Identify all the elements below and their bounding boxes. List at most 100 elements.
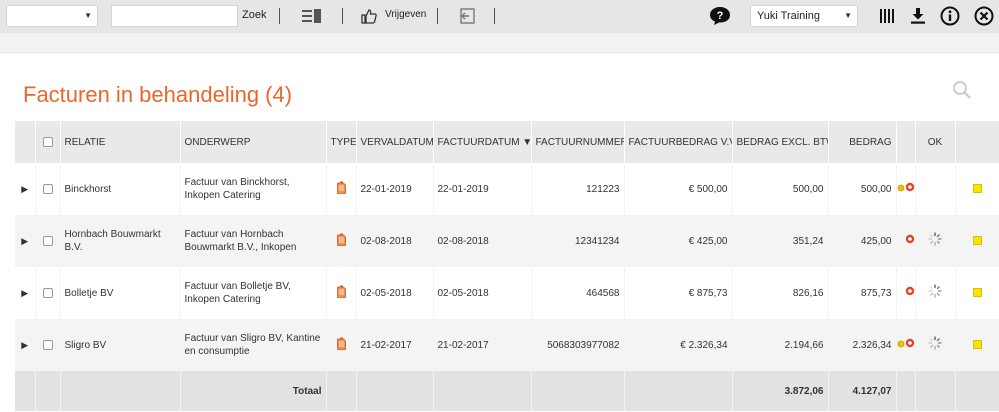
help-icon[interactable]: ?: [709, 7, 731, 25]
toolbar: ▼ Zoek Vrijgeven ? Yuki Training ▼: [0, 0, 999, 33]
rejected-status-icon[interactable]: [905, 182, 915, 196]
header-status: [896, 121, 916, 163]
cell-excl-btw: 351,24: [732, 215, 829, 267]
row-checkbox[interactable]: [42, 235, 53, 246]
flag-marker[interactable]: [972, 184, 982, 194]
select-all-header: [35, 121, 61, 163]
document-icon[interactable]: [336, 233, 346, 250]
domain-select[interactable]: Yuki Training ▼: [750, 5, 858, 27]
cell-factuurnummer: 12341234: [531, 215, 625, 267]
cell-excl-btw: 826,16: [732, 267, 829, 319]
table-row[interactable]: ▶ Binckhorst Factuur van Binckhorst, Ink…: [15, 163, 999, 215]
cell-vervaldatum: 21-02-2017: [356, 319, 434, 371]
download-icon[interactable]: [910, 7, 926, 25]
expand-arrow-icon[interactable]: ▶: [21, 236, 28, 246]
flag-marker[interactable]: [972, 288, 982, 298]
cell-factuurnummer: 464568: [531, 267, 625, 319]
table-row[interactable]: ▶ Bolletje BV Factuur van Bolletje BV, I…: [15, 267, 999, 319]
header-factuurdatum[interactable]: FACTUURDATUM ▼: [433, 121, 532, 163]
cell-relatie: Hornbach Bouwmarkt B.V.: [60, 215, 181, 267]
close-icon[interactable]: [973, 6, 995, 26]
rejected-status-icon[interactable]: [905, 234, 915, 248]
cell-factuurdatum: 02-05-2018: [433, 267, 532, 319]
table-header-row: RELATIE ONDERWERP TYPE VERVALDATUM FACTU…: [15, 121, 999, 163]
cell-factuurdatum: 02-08-2018: [433, 215, 532, 267]
loading-spinner-icon: [928, 232, 942, 249]
loading-spinner-icon: [928, 336, 942, 353]
cell-vervaldatum: 02-08-2018: [356, 215, 434, 267]
cell-excl-btw: 500,00: [732, 163, 829, 215]
info-icon[interactable]: [939, 6, 961, 26]
toolbar-divider: [342, 8, 343, 24]
header-bedrag[interactable]: BEDRAG: [828, 121, 897, 163]
table-row[interactable]: ▶ Sligro BV Factuur van Sligro BV, Kanti…: [15, 319, 999, 371]
search-button[interactable]: Zoek: [242, 9, 266, 21]
warning-dot-icon: [897, 183, 905, 196]
cell-onderwerp: Factuur van Bolletje BV, Inkopen Caterin…: [180, 267, 327, 319]
cell-factuurdatum: 22-01-2019: [433, 163, 532, 215]
header-onderwerp[interactable]: ONDERWERP: [180, 121, 327, 163]
row-checkbox[interactable]: [42, 287, 53, 298]
cell-vervaldatum: 02-05-2018: [356, 267, 434, 319]
toolbar-divider: [494, 8, 495, 24]
thumbs-up-icon[interactable]: [360, 7, 378, 25]
cell-onderwerp: Factuur van Hornbach Bouwmarkt B.V., Ink…: [180, 215, 327, 267]
loading-spinner-icon: [928, 284, 942, 301]
header-excl-btw[interactable]: BEDRAG EXCL. BTW: [732, 121, 829, 163]
approve-button[interactable]: Vrijgeven: [385, 9, 426, 20]
cell-onderwerp: Factuur van Sligro BV, Kantine en consum…: [180, 319, 327, 371]
cell-factuurdatum: 21-02-2017: [433, 319, 532, 371]
rejected-status-icon[interactable]: [905, 338, 915, 352]
cell-onderwerp: Factuur van Binckhorst, Inkopen Catering: [180, 163, 327, 215]
cell-factuurbedrag: € 500,00: [624, 163, 733, 215]
select-all-checkbox[interactable]: [42, 136, 53, 147]
total-bedrag: 4.127,07: [828, 371, 897, 411]
header-flag: [955, 121, 999, 163]
expand-arrow-icon[interactable]: ▶: [21, 184, 28, 194]
warning-dot-icon: [897, 339, 905, 352]
cell-excl-btw: 2.194,66: [732, 319, 829, 371]
table-row[interactable]: ▶ Hornbach Bouwmarkt B.V. Factuur van Ho…: [15, 215, 999, 267]
domain-select-value: Yuki Training: [757, 10, 820, 22]
chevron-down-icon: ▼: [844, 11, 852, 20]
header-vervaldatum[interactable]: VERVALDATUM: [356, 121, 434, 163]
cell-bedrag: 2.326,34: [828, 319, 897, 371]
expand-arrow-icon[interactable]: ▶: [21, 288, 28, 298]
rejected-status-icon[interactable]: [905, 286, 915, 300]
ok-cell: [915, 163, 956, 215]
cell-factuurnummer: 5068303977082: [531, 319, 625, 371]
header-factuurnummer[interactable]: FACTUURNUMMER: [531, 121, 625, 163]
cell-factuurnummer: 121223: [531, 163, 625, 215]
flag-marker[interactable]: [972, 236, 982, 246]
chevron-down-icon: ▼: [84, 11, 92, 20]
expand-arrow-icon[interactable]: ▶: [21, 340, 28, 350]
header-type[interactable]: TYPE: [326, 121, 357, 163]
header-relatie[interactable]: RELATIE: [60, 121, 181, 163]
columns-icon[interactable]: [879, 7, 895, 25]
cell-relatie: Bolletje BV: [60, 267, 181, 319]
sub-toolbar: [0, 33, 999, 53]
row-checkbox[interactable]: [42, 183, 53, 194]
cell-factuurbedrag: € 875,73: [624, 267, 733, 319]
cell-bedrag: 425,00: [828, 215, 897, 267]
cell-relatie: Binckhorst: [60, 163, 181, 215]
row-checkbox[interactable]: [42, 339, 53, 350]
invoices-table: RELATIE ONDERWERP TYPE VERVALDATUM FACTU…: [15, 121, 999, 411]
list-view-icon[interactable]: [301, 7, 323, 25]
document-icon[interactable]: [336, 285, 346, 302]
filter-select[interactable]: ▼: [6, 5, 98, 27]
total-row: Totaal 3.872,06 4.127,07: [15, 371, 999, 411]
cell-vervaldatum: 22-01-2019: [356, 163, 434, 215]
total-excl-btw: 3.872,06: [732, 371, 829, 411]
expand-header: [15, 121, 36, 163]
search-icon[interactable]: [952, 80, 972, 103]
document-icon[interactable]: [336, 181, 346, 198]
header-factuurbedrag[interactable]: FACTUURBEDRAG V.V.: [624, 121, 733, 163]
cell-bedrag: 500,00: [828, 163, 897, 215]
toolbar-divider: [437, 8, 438, 24]
header-ok[interactable]: OK: [915, 121, 956, 163]
search-input[interactable]: [111, 5, 238, 27]
document-icon[interactable]: [336, 337, 346, 354]
back-to-inbox-icon[interactable]: [457, 7, 477, 25]
flag-marker[interactable]: [972, 340, 982, 350]
